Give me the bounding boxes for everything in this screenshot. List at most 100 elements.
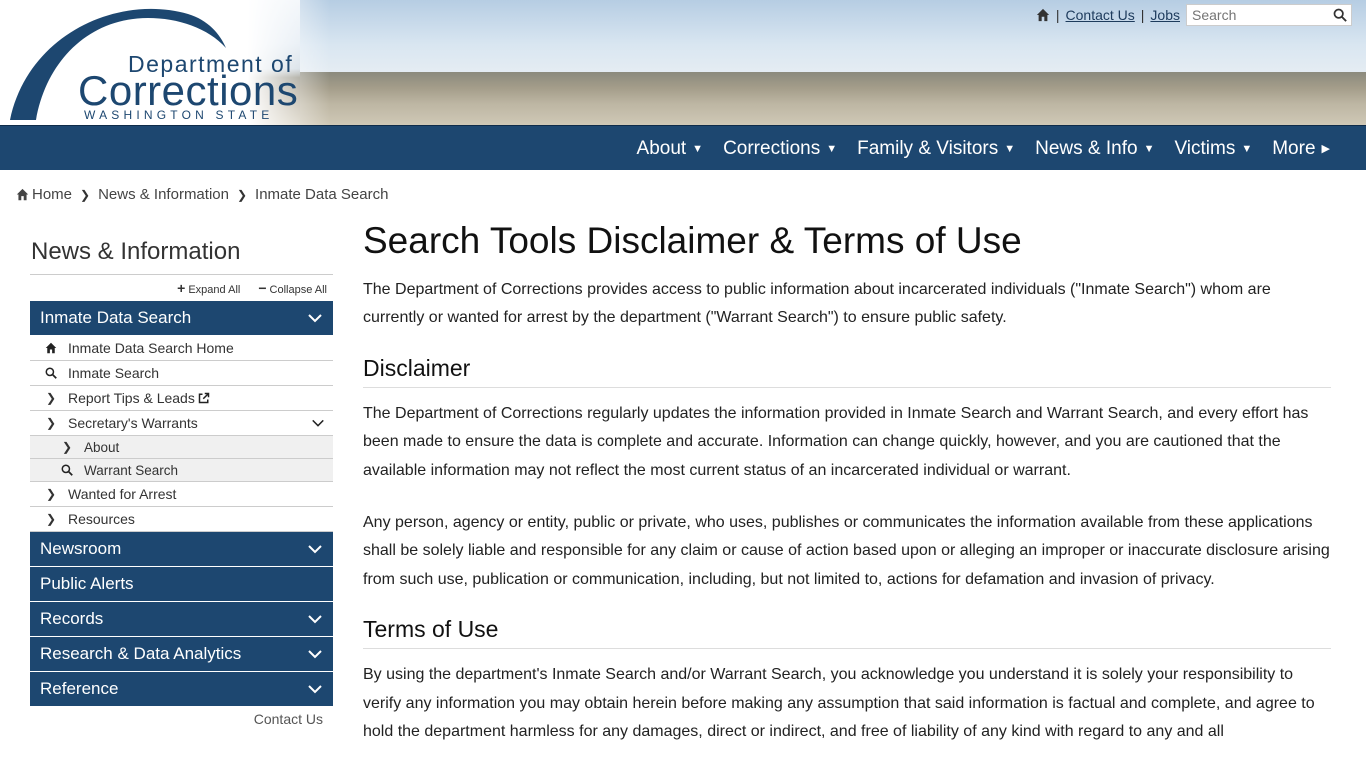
plus-icon: +	[177, 280, 186, 296]
external-link-icon	[198, 392, 210, 404]
chevron-right-icon: ❯	[61, 440, 73, 454]
breadcrumb-news[interactable]: News & Information	[98, 186, 229, 203]
main-content: Search Tools Disclaimer & Terms of Use T…	[363, 220, 1331, 746]
separator: |	[1140, 7, 1145, 23]
minus-icon: −	[258, 280, 267, 296]
sidebar-item-secretarys-warrants[interactable]: ❯ Secretary's Warrants	[30, 411, 333, 436]
nav-label: About	[636, 137, 687, 159]
collapse-all-label: Collapse All	[269, 284, 327, 296]
chevron-right-icon: ❯	[45, 416, 57, 430]
disclaimer-paragraph-1: The Department of Corrections regularly …	[363, 404, 1309, 479]
sidebar-section-public-alerts[interactable]: Public Alerts	[30, 567, 333, 602]
nav-news-info[interactable]: News & Info ▼	[1025, 138, 1164, 160]
search-icon[interactable]	[1329, 5, 1351, 25]
section-label: Inmate Data Search	[40, 308, 192, 327]
site-header: Department of Corrections WASHINGTON STA…	[0, 0, 1366, 125]
sidebar-section-reference[interactable]: Reference	[30, 672, 333, 707]
nav-more[interactable]: More ▶	[1262, 138, 1340, 160]
terms-heading: Terms of Use	[363, 616, 1331, 650]
site-search	[1186, 4, 1352, 26]
home-icon	[44, 342, 58, 354]
separator: |	[1055, 7, 1060, 23]
sidebar-subitem-about[interactable]: ❯ About	[30, 436, 333, 459]
search-input[interactable]	[1187, 5, 1329, 25]
chevron-right-icon: ❯	[45, 487, 57, 501]
sidebar-section-research[interactable]: Research & Data Analytics	[30, 637, 333, 672]
collapse-all-button[interactable]: − Collapse All	[258, 280, 327, 296]
jobs-link[interactable]: Jobs	[1150, 7, 1180, 23]
sidebar-item-label: Secretary's Warrants	[68, 415, 198, 431]
caret-right-icon: ▶	[1321, 143, 1330, 155]
sidebar-title: News & Information	[30, 238, 333, 275]
intro-paragraph: The Department of Corrections provides a…	[363, 281, 1271, 327]
home-icon[interactable]	[1036, 8, 1050, 22]
chevron-down-icon	[308, 650, 322, 659]
nav-about[interactable]: About ▼	[627, 138, 714, 160]
sidebar-item-label: About	[84, 439, 120, 455]
sidebar-item-resources[interactable]: ❯ Resources	[30, 507, 333, 532]
nav-label: More	[1272, 137, 1316, 159]
sidebar-item-inmate-data-search-home[interactable]: Inmate Data Search Home	[30, 336, 333, 361]
section-label: Public Alerts	[40, 574, 134, 593]
section-label: Reference	[40, 679, 119, 698]
doc-logo[interactable]: Department of Corrections WASHINGTON STA…	[8, 4, 308, 122]
nav-label: Corrections	[723, 137, 821, 159]
sidebar-item-label: Resources	[68, 511, 135, 527]
nav-corrections[interactable]: Corrections ▼	[713, 138, 847, 160]
disclaimer-heading: Disclaimer	[363, 355, 1331, 388]
home-icon	[16, 188, 29, 201]
chevron-right-icon: ❯	[45, 391, 57, 405]
contact-us-link[interactable]: Contact Us	[1066, 7, 1135, 23]
sidebar-section-newsroom[interactable]: Newsroom	[30, 532, 333, 567]
sidebar-contact-link[interactable]: Contact Us	[30, 707, 333, 727]
sidebar-section-inmate-data-search[interactable]: Inmate Data Search	[30, 301, 333, 336]
utility-bar: | Contact Us | Jobs	[1036, 4, 1352, 26]
expand-all-button[interactable]: + Expand All	[177, 280, 240, 296]
section-label: Newsroom	[40, 539, 122, 558]
nav-label: Family & Visitors	[857, 137, 999, 159]
caret-down-icon: ▼	[1004, 142, 1016, 155]
caret-down-icon: ▼	[692, 142, 704, 155]
nav-label: Victims	[1174, 137, 1236, 159]
expand-all-label: Expand All	[188, 284, 241, 296]
sidebar-item-wanted-for-arrest[interactable]: ❯ Wanted for Arrest	[30, 482, 333, 507]
caret-down-icon: ▼	[826, 142, 838, 155]
sidebar-subitem-warrant-search[interactable]: Warrant Search	[30, 459, 333, 482]
main-nav: About ▼ Corrections ▼ Family & Visitors ▼ N…	[0, 125, 1366, 170]
chevron-down-icon	[308, 545, 322, 554]
nav-family-visitors[interactable]: Family & Visitors ▼	[847, 138, 1025, 160]
sidebar-item-label: Warrant Search	[84, 462, 179, 478]
chevron-right-icon: ❯	[236, 187, 248, 202]
caret-down-icon: ▼	[1143, 142, 1155, 155]
nav-victims[interactable]: Victims ▼	[1164, 138, 1262, 160]
sidebar-item-report-tips[interactable]: ❯ Report Tips & Leads	[30, 386, 333, 411]
caret-down-icon: ▼	[1241, 142, 1253, 155]
sidebar-item-label: Wanted for Arrest	[68, 486, 177, 502]
sidebar: News & Information + Expand All − Collapse…	[30, 238, 333, 727]
search-icon	[60, 464, 74, 476]
sidebar-tools: + Expand All − Collapse All	[30, 275, 333, 301]
section-label: Records	[40, 609, 104, 628]
chevron-down-icon	[308, 685, 322, 694]
chevron-right-icon: ❯	[80, 187, 91, 202]
disclaimer-paragraph-2: Any person, agency or entity, public or …	[363, 514, 1330, 588]
chevron-right-icon: ❯	[45, 512, 57, 526]
header-landscape	[300, 72, 1366, 125]
nav-label: News & Info	[1035, 137, 1138, 159]
chevron-down-icon[interactable]	[311, 416, 325, 430]
chevron-down-icon	[308, 314, 322, 323]
section-label: Research & Data Analytics	[40, 644, 242, 663]
logo-line3: WASHINGTON STATE	[84, 108, 274, 122]
breadcrumb-current: Inmate Data Search	[255, 186, 389, 203]
sidebar-item-left: ❯ Secretary's Warrants	[44, 415, 198, 431]
sidebar-section-records[interactable]: Records	[30, 602, 333, 637]
sidebar-item-inmate-search[interactable]: Inmate Search	[30, 361, 333, 386]
chevron-down-icon	[308, 615, 322, 624]
sidebar-item-label: Report Tips & Leads	[68, 390, 195, 406]
search-icon	[44, 367, 58, 379]
sidebar-item-label: Inmate Search	[68, 365, 160, 381]
terms-paragraph-1: By using the department's Inmate Search …	[363, 666, 1315, 741]
breadcrumb: Home ❯ News & Information ❯ Inmate Data …	[16, 186, 388, 203]
page-title: Search Tools Disclaimer & Terms of Use	[363, 220, 1022, 261]
breadcrumb-home[interactable]: Home	[32, 186, 72, 203]
